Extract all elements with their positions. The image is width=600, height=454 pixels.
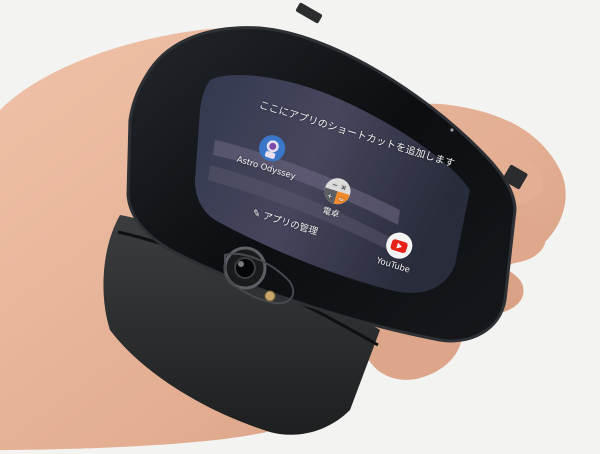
app-shortcut-astro-odyssey[interactable]: Astro Odyssey [226,124,314,185]
calculator-icon: − × + = [321,174,354,208]
app-shortcut-calculator[interactable]: − × + = 電卓 [301,170,370,227]
svg-text:=: = [337,195,345,204]
app-shortcut-youtube[interactable]: YouTube [358,223,436,281]
status-dot [450,128,454,132]
youtube-icon [383,229,416,262]
phone-clip [295,2,323,24]
manage-apps-label: アプリの管理 [261,210,320,238]
astronaut-icon [255,132,289,165]
pencil-icon: ✎ [250,207,262,221]
photo-scene: ここにアプリのショートカットを追加します Astro Odyssey − × +… [0,0,600,451]
